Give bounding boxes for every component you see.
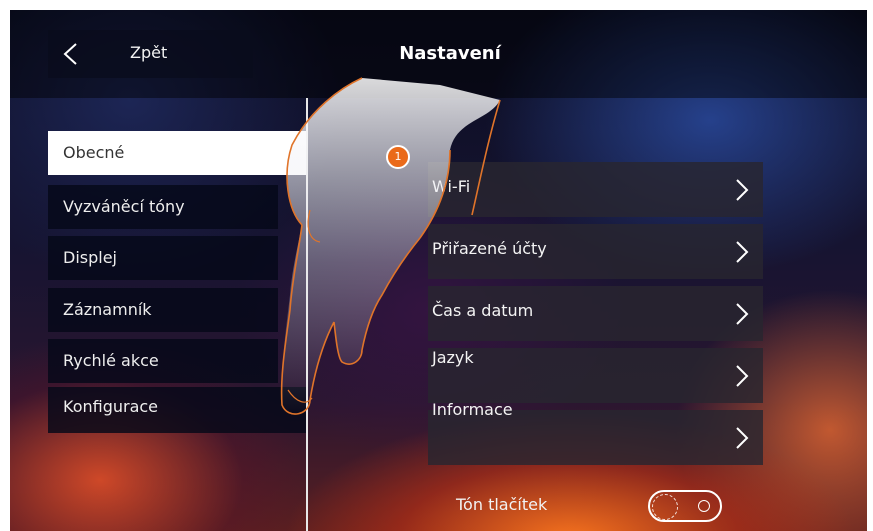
key-tone-toggle[interactable] [648,490,722,522]
settings-item-label: Jazyk [432,348,474,367]
step-badge: 1 [386,145,410,169]
page-title: Nastavení [399,43,501,64]
settings-item-label: Informace [432,400,513,419]
chevron-right-icon [736,303,749,325]
settings-item-information[interactable]: Informace [428,400,763,465]
screen: Zpět Nastavení Obecné Vyzváněcí tóny Dis… [10,10,867,531]
settings-item-label: Čas a datum [432,301,534,320]
settings-item-label: Wi-Fi [432,177,471,196]
settings-item-time-date[interactable]: Čas a datum [428,286,763,341]
toggle-off-indicator [698,500,710,512]
chevron-right-icon [736,427,749,449]
chevron-left-icon [63,43,77,65]
sidebar-item-ringtones[interactable]: Vyzváněcí tóny [48,185,278,229]
toggle-thumb [652,494,678,520]
sidebar-item-quick-actions[interactable]: Rychlé akce [48,339,278,383]
chevron-right-icon [736,241,749,263]
settings-item-language[interactable]: Jazyk [428,348,763,403]
back-button[interactable]: Zpět [48,30,253,78]
sidebar-item-general[interactable]: Obecné [48,131,306,175]
back-button-label: Zpět [130,43,168,62]
settings-item-label: Přiřazené účty [432,239,547,258]
sidebar-item-answering-machine[interactable]: Záznamník [48,288,278,332]
chevron-right-icon [736,365,749,387]
key-tone-label: Tón tlačítek [456,495,548,514]
settings-item-wifi[interactable]: Wi-Fi [428,162,763,217]
divider [306,98,308,531]
chevron-right-icon [736,179,749,201]
top-bar: Zpět Nastavení [10,10,867,98]
sidebar-item-display[interactable]: Displej [48,236,278,280]
settings-item-linked-accounts[interactable]: Přiřazené účty [428,224,763,279]
sidebar-item-configuration[interactable]: Konfigurace [48,387,306,433]
